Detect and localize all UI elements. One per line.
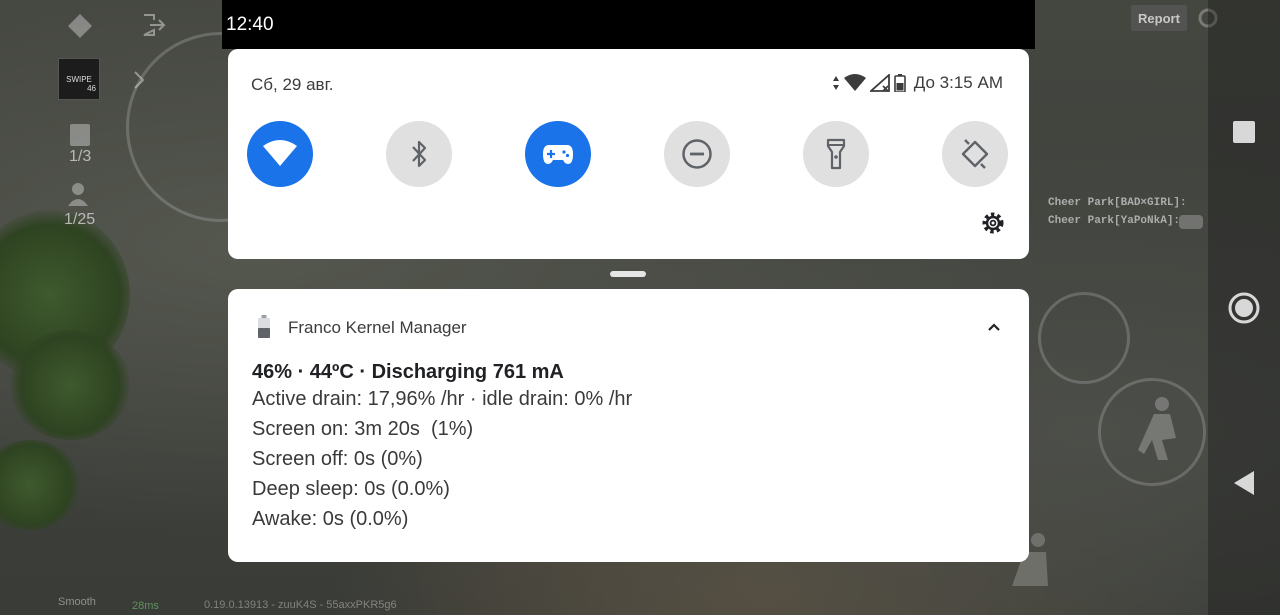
- players-icon: [66, 180, 94, 213]
- inventory-icon[interactable]: [62, 10, 98, 51]
- settings-gear-icon: [982, 212, 1004, 234]
- objective-counter: 1/3: [69, 148, 92, 165]
- foliage-decoration: [10, 330, 130, 440]
- graphics-mode-label: Smooth: [58, 596, 96, 608]
- back-icon: [1234, 471, 1254, 495]
- wifi-tile[interactable]: [247, 121, 313, 187]
- recents-icon: [1233, 121, 1255, 143]
- ping-label: 28ms: [132, 600, 159, 612]
- wifi-signal-icon: [843, 74, 866, 91]
- notification-line: Awake: 0s (0.0%): [252, 508, 409, 530]
- notification-card[interactable]: Franco Kernel Manager 46% · 44ºC · Disch…: [228, 289, 1029, 562]
- notification-line: Screen on: 3m 20s (1%): [252, 418, 474, 440]
- gamepad-icon: [543, 145, 573, 164]
- swipe-badge-label: SWIPE: [66, 75, 92, 84]
- back-button[interactable]: [1228, 467, 1260, 499]
- home-button[interactable]: [1228, 292, 1260, 324]
- recents-button[interactable]: [1228, 116, 1260, 148]
- notification-line: Screen off: 0s (0%): [252, 448, 423, 470]
- settings-button[interactable]: [978, 208, 1008, 238]
- flashlight-icon: [826, 138, 846, 170]
- do-not-disturb-tile[interactable]: [664, 121, 730, 187]
- exit-icon[interactable]: [140, 12, 166, 43]
- date-label[interactable]: Сб, 29 авг.: [251, 75, 333, 95]
- action-ring[interactable]: [1038, 292, 1130, 384]
- collapse-button[interactable]: [984, 317, 1004, 337]
- report-button[interactable]: Report: [1131, 5, 1187, 31]
- notification-line: Active drain: 17,96% /hr · idle drain: 0…: [252, 388, 633, 410]
- notification-line: Deep sleep: 0s (0.0%): [252, 478, 450, 500]
- status-icons: До 3:15 AM: [832, 73, 1003, 93]
- quick-settings-panel: Сб, 29 авг. До 3:15 AM: [228, 49, 1029, 259]
- chevron-up-icon: [988, 323, 1000, 331]
- chevron-right-icon[interactable]: [132, 70, 146, 95]
- bluetooth-tile[interactable]: [386, 121, 452, 187]
- swipe-badge: SWIPE 46: [58, 58, 100, 100]
- crouch-icon[interactable]: [1132, 394, 1188, 469]
- swipe-badge-count: 46: [87, 84, 96, 93]
- auto-rotate-tile[interactable]: [942, 121, 1008, 187]
- chat-line: Cheer Park[YaPoNkA]:: [1048, 215, 1181, 227]
- game-mode-tile[interactable]: [525, 121, 591, 187]
- notification-title: 46% · 44ºC · Discharging 761 mA: [252, 361, 564, 383]
- notification-app-name: Franco Kernel Manager: [288, 318, 467, 337]
- wifi-icon: [263, 140, 297, 166]
- chat-line: Cheer Park[BAD×GIRL]:: [1048, 197, 1187, 209]
- clock: 12:40: [226, 14, 274, 35]
- do-not-disturb-icon: [682, 139, 712, 169]
- data-arrows-icon: [832, 76, 839, 90]
- flashlight-tile[interactable]: [803, 121, 869, 187]
- shade-drag-handle[interactable]: [610, 271, 646, 277]
- build-info: 0.19.0.13913 - zuuK4S - 55axxPKR5g6: [204, 599, 397, 611]
- battery-estimate: До 3:15 AM: [913, 73, 1003, 92]
- players-counter: 1/25: [64, 211, 96, 228]
- status-bar: 12:40: [222, 0, 1035, 49]
- cell-signal-icon: [869, 74, 890, 92]
- bluetooth-icon: [412, 140, 427, 168]
- home-icon: [1228, 292, 1260, 324]
- chat-bubble-icon[interactable]: [1178, 214, 1204, 237]
- auto-rotate-icon: [961, 139, 989, 169]
- battery-icon: [893, 74, 906, 92]
- battery-app-icon: [258, 315, 270, 338]
